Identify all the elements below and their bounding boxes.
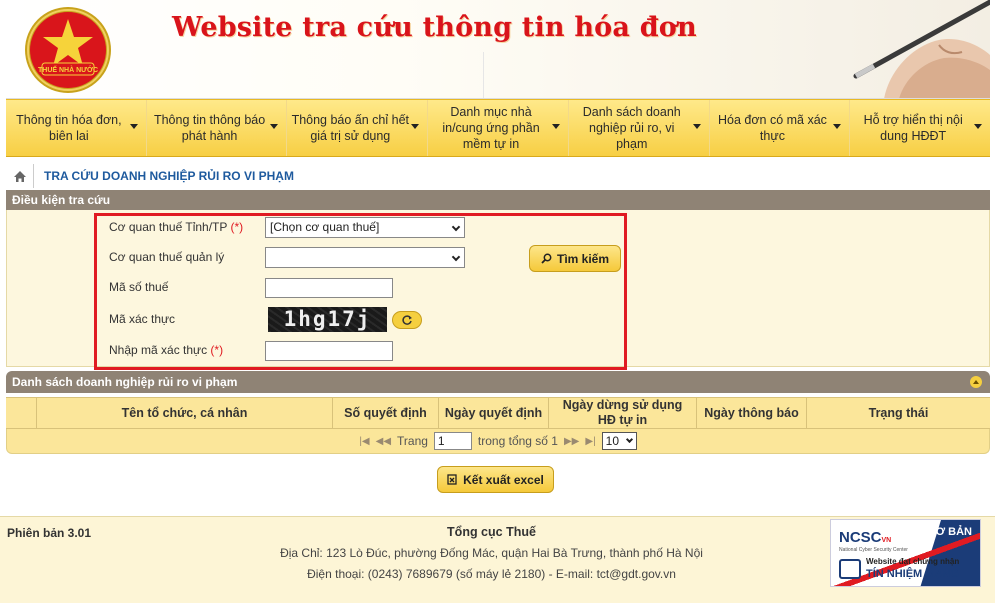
nav-item-release-notice[interactable]: Thông tin thông báo phát hành <box>145 100 287 156</box>
nav-item-support[interactable]: Hỗ trợ hiển thị nội dung HĐĐT <box>849 100 990 156</box>
search-panel-header: Điều kiện tra cứu <box>6 190 990 210</box>
collapse-icon[interactable] <box>970 376 982 388</box>
column-header: Ngày quyết định <box>438 398 548 428</box>
results-table-header: Tên tổ chức, cá nhân Số quyết định Ngày … <box>6 397 990 429</box>
search-icon <box>541 253 552 264</box>
chevron-down-icon <box>625 435 633 444</box>
nav-label: Hỗ trợ hiển thị nội dung HĐĐT <box>863 113 963 143</box>
province-label: Cơ quan thuế Tỉnh/TP (*) <box>109 220 244 234</box>
site-footer: Phiên bản 3.01 Tổng cục Thuế Địa Chỉ: 12… <box>0 516 995 603</box>
nav-item-invoice-info[interactable]: Thông tin hóa đơn, biên lai <box>6 100 146 156</box>
required-marker: (*) <box>230 220 244 234</box>
results-title: Danh sách doanh nghiệp rủi ro vi phạm <box>12 375 238 389</box>
tax-code-label: Mã số thuế <box>109 280 169 294</box>
chevron-down-icon <box>129 124 138 129</box>
page-input[interactable]: 1 <box>433 432 472 450</box>
prev-page-icon[interactable]: ◀◀ <box>376 436 391 447</box>
refresh-captcha-button[interactable] <box>392 311 422 329</box>
chevron-down-icon <box>974 124 983 129</box>
chevron-down-icon <box>451 222 461 232</box>
nav-item-risky-businesses[interactable]: Danh sách doanh nghiệp rủi ro, vi phạm <box>567 100 709 156</box>
page-label: Trang <box>397 434 428 448</box>
badge-site-text: Website đạt chứng nhận <box>866 557 960 566</box>
breadcrumb-current: TRA CỨU DOANH NGHIỆP RỦI RO VI PHẠM <box>44 169 294 183</box>
nav-label: Hóa đơn có mã xác thực <box>717 113 827 143</box>
breadcrumb: TRA CỨU DOANH NGHIỆP RỦI RO VI PHẠM <box>6 163 990 189</box>
nav-label: Danh sách doanh nghiệp rủi ro, vi phạm <box>582 105 681 151</box>
nav-item-verified-invoice[interactable]: Hóa đơn có mã xác thực <box>708 100 850 156</box>
enter-captcha-label: Nhập mã xác thực (*) <box>109 343 224 357</box>
chevron-down-icon <box>551 124 560 129</box>
export-excel-button[interactable]: Kết xuất excel <box>437 466 554 493</box>
column-header: Ngày dừng sử dụng HĐ tự in <box>548 398 696 428</box>
captcha-label: Mã xác thực <box>109 312 176 326</box>
export-button-label: Kết xuất excel <box>463 472 544 487</box>
main-nav: Thông tin hóa đơn, biên lai Thông tin th… <box>6 99 990 157</box>
pagination: |◀ ◀◀ Trang 1 trong tổng số 1 ▶▶ ▶| 10 <box>6 429 990 454</box>
last-page-icon[interactable]: ▶| <box>585 436 595 447</box>
column-header <box>6 398 36 428</box>
page-size-select[interactable]: 10 <box>601 432 637 450</box>
page: THUẾ NHÀ NƯỚC Website tra cứu thông tin … <box>0 0 995 603</box>
badge-level: CƠ BẢN <box>927 526 972 538</box>
managing-office-label: Cơ quan thuế quản lý <box>109 250 225 264</box>
pen-hand-illustration <box>853 0 990 98</box>
column-header: Số quyết định <box>332 398 438 428</box>
required-marker: (*) <box>210 343 224 357</box>
first-page-icon[interactable]: |◀ <box>359 436 369 447</box>
ncsc-logo: NCSCVN <box>839 529 892 546</box>
nav-label: Danh mục nhà in/cung ứng phần mềm tự in <box>442 105 540 151</box>
site-header: THUẾ NHÀ NƯỚC Website tra cứu thông tin … <box>6 0 990 99</box>
nav-label: Thông tin hóa đơn, biên lai <box>16 113 122 143</box>
province-select[interactable]: [Chọn cơ quan thuế] <box>265 217 465 238</box>
column-header: Ngày thông báo <box>696 398 806 428</box>
chevron-down-icon <box>833 124 842 129</box>
nav-label: Thông tin thông báo phát hành <box>153 113 266 143</box>
search-button[interactable]: Tìm kiếm <box>529 245 621 272</box>
captcha-image: 1hg17j <box>268 307 387 332</box>
results-header: Danh sách doanh nghiệp rủi ro vi phạm <box>6 371 990 393</box>
refresh-icon <box>402 315 412 325</box>
chevron-down-icon <box>270 124 279 129</box>
nav-label: Thông báo ấn chỉ hết giá trị sử dụng <box>291 113 410 143</box>
site-title: Website tra cứu thông tin hóa đơn <box>172 12 697 43</box>
managing-office-select[interactable] <box>265 247 465 268</box>
column-header: Tên tổ chức, cá nhân <box>36 398 332 428</box>
captcha-input[interactable] <box>265 341 393 361</box>
tax-code-input[interactable] <box>265 278 393 298</box>
chevron-down-icon <box>692 124 701 129</box>
chevron-down-icon <box>451 252 461 262</box>
next-page-icon[interactable]: ▶▶ <box>564 436 579 447</box>
badge-trust-text: TÍN NHIỆM MẠNG <box>866 568 959 580</box>
ncsc-trust-badge[interactable]: CƠ BẢN NCSCVN National Cyber Security Ce… <box>830 519 981 587</box>
tax-emblem-logo: THUẾ NHÀ NƯỚC <box>25 7 111 93</box>
total-pages-label: trong tổng số 1 <box>477 434 558 448</box>
chevron-down-icon <box>411 124 420 129</box>
badge-subtitle: National Cyber Security Center <box>839 547 908 553</box>
export-icon <box>447 474 457 485</box>
nav-item-printers-list[interactable]: Danh mục nhà in/cung ứng phần mềm tự in <box>427 100 568 156</box>
search-button-label: Tìm kiếm <box>556 251 610 266</box>
website-icon <box>839 559 861 579</box>
column-header: Trạng thái <box>806 398 990 428</box>
nav-item-expired-notice[interactable]: Thông báo ấn chỉ hết giá trị sử dụng <box>286 100 427 156</box>
home-icon[interactable] <box>6 164 34 188</box>
